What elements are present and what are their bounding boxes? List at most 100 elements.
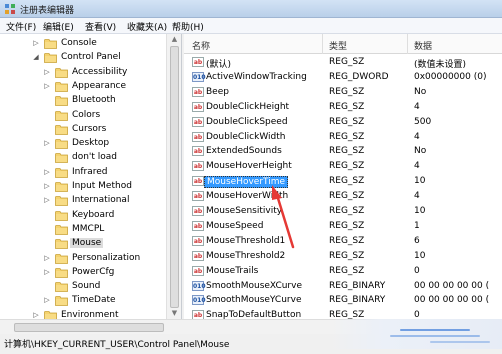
folder-icon <box>55 210 68 221</box>
registry-tree[interactable]: ▷ Console ◢ Control Panel ▷ Accessibility ▷ App… <box>0 34 182 319</box>
expand-arrow-icon[interactable]: ▷ <box>43 139 51 148</box>
tree-item-label: Console <box>61 38 97 48</box>
menu-help[interactable]: 帮助(H) <box>172 20 204 33</box>
folder-icon <box>55 253 68 264</box>
tree-item-label: Input Method <box>72 181 132 191</box>
expand-arrow-icon[interactable]: ▷ <box>32 311 40 319</box>
status-bar: 计算机\HKEY_CURRENT_USER\Control Panel\Mous… <box>0 319 502 354</box>
tree-item-label: Colors <box>72 109 101 120</box>
tree-item-label: Bluetooth <box>72 95 116 106</box>
tree-item[interactable]: ▷ Appearance <box>0 80 166 94</box>
tree-item[interactable]: ▷ International <box>0 194 166 208</box>
scrollbar-thumb[interactable] <box>170 46 179 308</box>
tree-item-label: PowerCfg <box>72 266 115 277</box>
tree-item[interactable]: ▷ Environment <box>0 309 166 319</box>
folder-icon <box>55 81 68 92</box>
menu-edit[interactable]: 编辑(E) <box>43 20 74 33</box>
tree-item-label: Control Panel <box>61 52 121 63</box>
folder-icon <box>44 53 57 64</box>
folder-icon <box>55 196 68 207</box>
tree-item[interactable]: Cursors <box>0 123 166 137</box>
tree-item[interactable]: ▷ Desktop <box>0 137 166 151</box>
scroll-down-icon[interactable]: ▼ <box>170 309 179 318</box>
tree-item-label: Cursors <box>72 123 107 134</box>
tree-item[interactable]: ▷ TimeDate <box>0 294 166 308</box>
folder-icon <box>55 282 68 292</box>
expand-arrow-icon[interactable]: ▷ <box>43 68 51 77</box>
scrollbar-thumb[interactable] <box>14 323 164 332</box>
menu-bar: 文件(F) 编辑(E) 查看(V) 收藏夹(A) 帮助(H) <box>0 18 502 34</box>
tree-item[interactable]: Sound <box>0 280 166 294</box>
tree-item-label: Personalization <box>72 252 141 263</box>
expand-arrow-icon[interactable]: ▷ <box>43 168 51 177</box>
annotation-arrow-icon <box>272 185 295 249</box>
expand-arrow-icon[interactable]: ▷ <box>43 182 51 191</box>
title-bar[interactable]: 注册表编辑器 <box>0 0 502 18</box>
scroll-up-icon[interactable]: ▲ <box>170 35 179 44</box>
values-list[interactable]: 名称 类型 数据 ab (默认) REG_SZ (数值未设置) 010 ActiveWin… <box>184 34 502 319</box>
folder-icon <box>55 110 68 121</box>
tree-item[interactable]: Bluetooth <box>0 94 166 108</box>
tree-item-label: don't load <box>72 152 118 163</box>
folder-icon <box>55 124 68 135</box>
tree-item[interactable]: Mouse <box>0 237 166 251</box>
collapse-arrow-icon[interactable]: ◢ <box>32 53 40 62</box>
tree-item[interactable]: don't load <box>0 151 166 165</box>
tree-item[interactable]: ▷ Infrared <box>0 166 166 180</box>
blurred-overlay <box>330 319 502 349</box>
tree-item-label: Infrared <box>72 166 108 177</box>
registry-editor-window: 注册表编辑器 文件(F) 编辑(E) 查看(V) 收藏夹(A) 帮助(H) ▷ C… <box>0 0 502 354</box>
tree-item[interactable]: MMCPL <box>0 223 166 237</box>
folder-icon <box>55 239 68 250</box>
tree-item[interactable]: ▷ Input Method <box>0 180 166 194</box>
folder-icon <box>55 67 68 78</box>
tree-item[interactable]: ◢ Control Panel <box>0 51 166 65</box>
folder-icon <box>44 310 57 319</box>
tree-item[interactable]: Keyboard <box>0 209 166 223</box>
tree-item[interactable]: ▷ Accessibility <box>0 66 166 80</box>
tree-item-label: Keyboard <box>72 209 115 220</box>
folder-icon <box>55 224 68 235</box>
tree-item-label: MMCPL <box>72 223 105 234</box>
expand-arrow-icon[interactable]: ▷ <box>32 39 40 48</box>
tree-item[interactable]: ▷ PowerCfg <box>0 266 166 280</box>
menu-favorites[interactable]: 收藏夹(A) <box>127 20 167 33</box>
folder-icon <box>55 182 68 192</box>
tree-item[interactable]: Colors <box>0 109 166 123</box>
folder-icon <box>55 139 68 149</box>
tree-item-label: Mouse <box>70 238 104 249</box>
folder-icon <box>55 96 68 107</box>
tree-item-label: TimeDate <box>72 295 116 306</box>
menu-view[interactable]: 查看(V) <box>85 20 116 33</box>
folder-icon <box>55 267 68 278</box>
expand-arrow-icon[interactable]: ▷ <box>43 254 51 263</box>
tree-item-label: Accessibility <box>72 66 128 77</box>
folder-icon <box>55 153 68 164</box>
tree-vertical-scrollbar[interactable]: ▲ ▼ <box>166 34 181 319</box>
folder-icon <box>55 167 68 178</box>
tree-item-label: Environment <box>61 309 119 319</box>
folder-icon <box>55 296 68 307</box>
tree-item[interactable]: ▷ Console <box>0 37 166 51</box>
status-path: 计算机\HKEY_CURRENT_USER\Control Panel\Mous… <box>4 340 230 350</box>
menu-file[interactable]: 文件(F) <box>6 20 36 33</box>
expand-arrow-icon[interactable]: ▷ <box>43 296 51 305</box>
expand-arrow-icon[interactable]: ▷ <box>43 82 51 91</box>
expand-arrow-icon[interactable]: ▷ <box>43 196 51 205</box>
tree-item[interactable]: ▷ Personalization <box>0 252 166 266</box>
tree-item-label: Appearance <box>72 80 127 91</box>
tree-item-label: Sound <box>72 281 101 292</box>
folder-icon <box>44 39 57 49</box>
tree-item-label: International <box>72 195 130 206</box>
expand-arrow-icon[interactable]: ▷ <box>43 268 51 277</box>
window-title: 注册表编辑器 <box>20 6 75 16</box>
tree-item-label: Desktop <box>72 138 110 149</box>
